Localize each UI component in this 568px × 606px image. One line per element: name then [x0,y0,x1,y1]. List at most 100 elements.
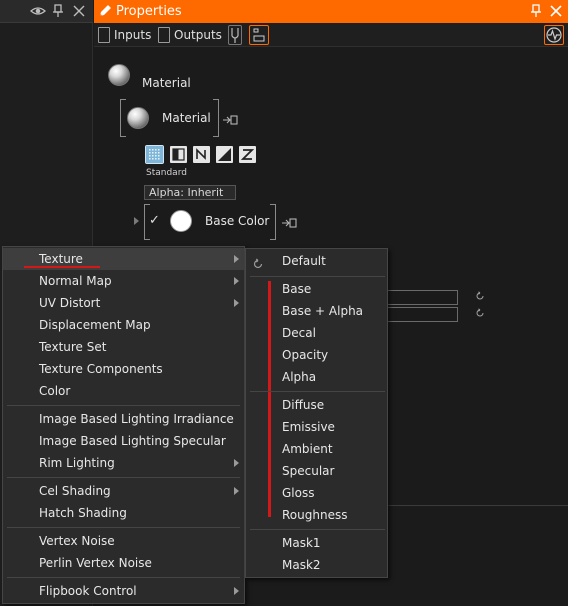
submenu-item-mask2[interactable]: Mask2 [246,554,387,576]
menu-item-label: Cel Shading [39,484,111,498]
close-icon[interactable] [71,3,87,19]
value-field-1[interactable] [386,290,458,305]
add-node-context-menu: Texture Normal Map UV Distort Displaceme… [2,246,245,604]
highlight-underline [24,266,100,268]
menu-item-cel-shading[interactable]: Cel Shading [3,480,244,502]
base-color-label: Base Color [205,214,270,228]
menu-item-label: Texture Set [39,340,107,354]
menu-separator [7,527,240,528]
submenu-item-roughness[interactable]: Roughness [246,504,387,526]
submenu-item-diffuse[interactable]: Diffuse [246,394,387,416]
reset-icon[interactable] [475,308,485,321]
waveform-icon[interactable] [544,25,564,45]
submenu-item-label: Mask2 [282,558,321,572]
submenu-item-decal[interactable]: Decal [246,322,387,344]
menu-item-texture-components[interactable]: Texture Components [3,358,244,380]
submenu-item-label: Emissive [282,420,335,434]
submenu-item-gloss[interactable]: Gloss [246,482,387,504]
outputs-icon [158,27,170,43]
link-output-icon[interactable] [281,217,297,229]
menu-item-label: Color [39,384,71,398]
submenu-item-base[interactable]: Base [246,278,387,300]
material-header[interactable] [108,64,130,86]
submenu-arrow-icon [234,299,239,307]
submenu-item-emissive[interactable]: Emissive [246,416,387,438]
left-panel-header [0,0,93,23]
menu-item-label: Rim Lighting [39,456,115,470]
eye-icon[interactable] [30,3,46,19]
menu-item-hatch-shading[interactable]: Hatch Shading [3,502,244,524]
expand-arrow-icon[interactable] [134,217,139,225]
menu-separator [7,477,240,478]
normal-mode-icon[interactable] [193,146,210,163]
menu-item-uv-distort[interactable]: UV Distort [3,292,244,314]
menu-separator [250,391,385,392]
menu-item-label: Displacement Map [39,318,151,332]
outputs-button[interactable]: Outputs [158,26,222,44]
value-field-2[interactable] [386,307,458,322]
material-header-label: Material [142,76,191,90]
menu-item-label: Image Based Lighting Specular [39,434,226,448]
menu-item-label: Texture Components [39,362,163,376]
menu-item-displacement-map[interactable]: Displacement Map [3,314,244,336]
panel-divider [388,505,568,506]
menu-item-perlin-vertex-noise[interactable]: Perlin Vertex Noise [3,552,244,574]
tuning-fork-icon[interactable] [228,25,242,45]
inputs-label: Inputs [114,28,152,42]
menu-item-label: UV Distort [39,296,101,310]
submenu-item-alpha[interactable]: Alpha [246,366,387,388]
menu-item-rim-lighting[interactable]: Rim Lighting [3,452,244,474]
submenu-item-base-alpha[interactable]: Base + Alpha [246,300,387,322]
menu-item-label: Vertex Noise [39,534,115,548]
base-color-checkbox[interactable]: ✓ [149,213,160,228]
submenu-item-label: Specular [282,464,335,478]
menu-item-vertex-noise[interactable]: Vertex Noise [3,530,244,552]
layout-toggle-icon[interactable] [249,25,269,45]
base-color-bracket-right [270,204,276,240]
submenu-item-default[interactable]: Default [246,250,387,272]
properties-toolbar: Inputs Outputs [94,23,568,47]
submenu-item-label: Ambient [282,442,333,456]
material-node[interactable] [127,107,149,129]
properties-title-bar: Properties [94,0,568,23]
menu-item-color[interactable]: Color [3,380,244,402]
submenu-item-label: Mask1 [282,536,321,550]
base-color-swatch[interactable] [170,210,192,232]
material-node-sphere-icon [127,107,149,129]
menu-separator [250,529,385,530]
outputs-label: Outputs [174,28,222,42]
material-node-bracket-left [120,99,126,137]
split-mode-icon[interactable] [170,146,187,163]
texture-submenu: Default Base Base + Alpha Decal Opacity … [245,248,388,578]
menu-separator [250,276,385,277]
submenu-item-label: Diffuse [282,398,325,412]
depth-mode-icon[interactable] [239,146,256,163]
menu-item-ibl-specular[interactable]: Image Based Lighting Specular [3,430,244,452]
material-node-bracket-right [213,99,219,137]
submenu-item-ambient[interactable]: Ambient [246,438,387,460]
menu-item-ibl-irradiance[interactable]: Image Based Lighting Irradiance [3,408,244,430]
close-icon[interactable] [548,3,564,19]
pin-icon[interactable] [528,3,544,19]
reset-icon [252,255,264,269]
menu-separator [7,577,240,578]
reset-icon[interactable] [475,291,485,304]
submenu-item-opacity[interactable]: Opacity [246,344,387,366]
menu-item-label: Image Based Lighting Irradiance [39,412,234,426]
submenu-item-mask1[interactable]: Mask1 [246,532,387,554]
menu-item-normal-map[interactable]: Normal Map [3,270,244,292]
alpha-dropdown[interactable]: Alpha: Inherit [144,185,236,200]
submenu-arrow-icon [234,487,239,495]
menu-item-label: Flipbook Control [39,584,137,598]
properties-title: Properties [116,4,182,19]
inputs-button[interactable]: Inputs [98,26,151,44]
link-output-icon[interactable] [222,114,238,126]
submenu-item-label: Opacity [282,348,329,362]
standard-mode-icon[interactable] [145,145,164,164]
submenu-item-specular[interactable]: Specular [246,460,387,482]
menu-item-flipbook-control[interactable]: Flipbook Control [3,580,244,602]
pin-icon[interactable] [50,3,66,19]
submenu-arrow-icon [234,587,239,595]
menu-item-texture-set[interactable]: Texture Set [3,336,244,358]
diagonal-mode-icon[interactable] [216,146,233,163]
